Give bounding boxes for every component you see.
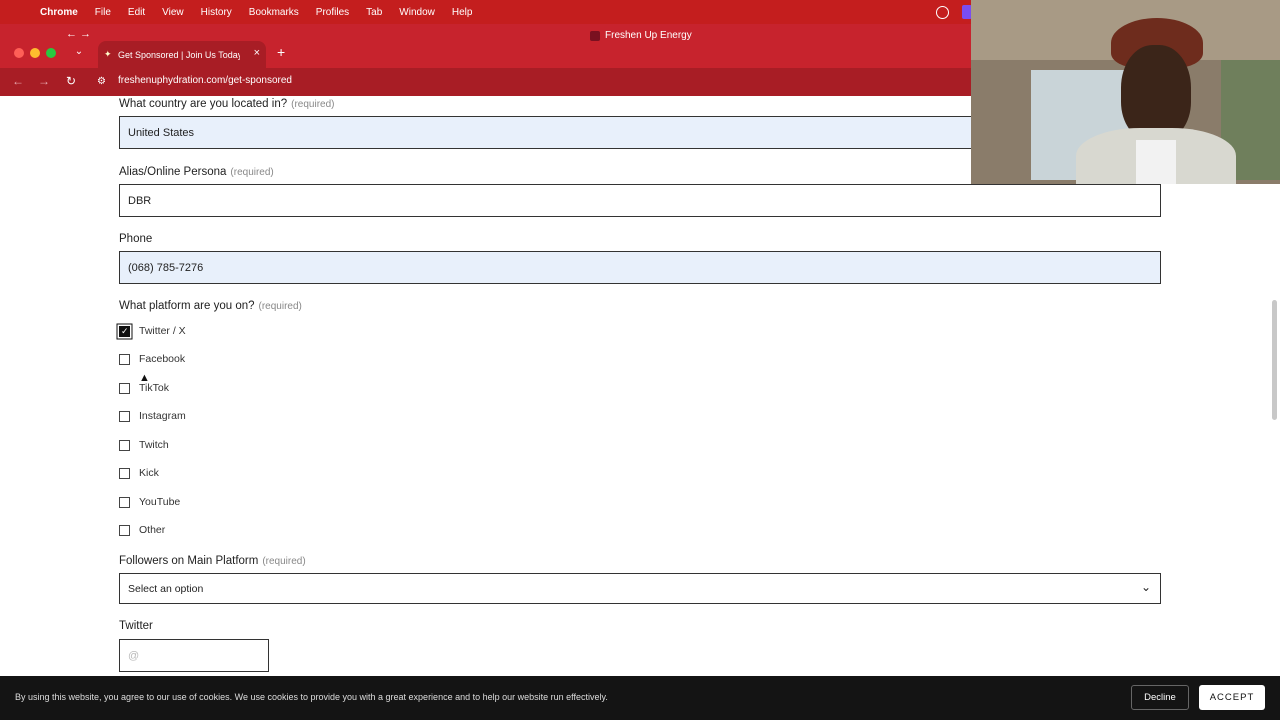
required-marker: (required) [262, 556, 306, 567]
option-label: YouTube [139, 496, 181, 508]
option-label: Other [139, 524, 166, 536]
window-title-text: Freshen Up Energy [605, 30, 692, 41]
cookie-banner: By using this website, you agree to our … [0, 676, 1280, 720]
phone-field[interactable]: (068) 785-7276 [119, 251, 1161, 284]
platform-option-kick[interactable]: Kick [119, 467, 159, 479]
followers-label-text: Followers on Main Platform [119, 555, 259, 567]
alias-label: Alias/Online Persona (required) [119, 166, 274, 178]
webcam-overlay [971, 0, 1280, 184]
followers-select[interactable]: Select an option ⌄ [119, 573, 1161, 604]
phone-label: Phone [119, 233, 153, 245]
window-title: Freshen Up Energy [590, 30, 692, 41]
menu-window[interactable]: Window [399, 7, 435, 18]
checkbox[interactable] [119, 496, 130, 508]
followers-label: Followers on Main Platform (required) [119, 555, 306, 567]
decline-button[interactable]: Decline [1131, 685, 1189, 710]
tab-get-sponsored[interactable]: ✦ Get Sponsored | Join Us Today × [98, 41, 266, 68]
site-info-icon[interactable]: ⚙ [97, 76, 106, 87]
platform-option-twitch[interactable]: Twitch [119, 439, 169, 451]
back-icon[interactable]: ← [12, 74, 24, 88]
checkbox[interactable] [119, 524, 130, 536]
checkbox[interactable] [119, 382, 130, 394]
required-marker: (required) [230, 167, 274, 178]
menu-file[interactable]: File [95, 7, 111, 18]
platform-option-youtube[interactable]: YouTube [119, 496, 180, 508]
page-content: What country are you located in? (require… [0, 96, 1280, 720]
country-label-text: What country are you located in? [119, 98, 288, 110]
platform-label-text: What platform are you on? [119, 300, 255, 312]
window-controls [14, 48, 56, 58]
checkbox[interactable] [119, 410, 130, 422]
menu-tab[interactable]: Tab [366, 7, 382, 18]
option-label: Kick [139, 467, 159, 479]
checkbox[interactable] [119, 439, 130, 451]
option-label: Twitch [139, 439, 169, 451]
platform-option-instagram[interactable]: Instagram [119, 410, 186, 422]
tab-favicon-icon: ✦ [104, 49, 112, 59]
menu-view[interactable]: View [162, 7, 184, 18]
favicon-icon [590, 30, 600, 41]
platform-label: What platform are you on? (required) [119, 300, 302, 312]
tab-close-icon[interactable]: × [254, 47, 260, 59]
accept-button[interactable]: ACCEPT [1199, 685, 1265, 710]
page-scrollbar[interactable] [1272, 300, 1277, 420]
checkbox[interactable] [119, 467, 130, 479]
country-label: What country are you located in? (require… [119, 98, 334, 110]
followers-select-value: Select an option [128, 583, 204, 595]
menu-bookmarks[interactable]: Bookmarks [249, 7, 299, 18]
twitter-handle-field[interactable]: @ [119, 639, 269, 672]
platform-option-facebook[interactable]: Facebook [119, 353, 185, 365]
status-icon[interactable] [936, 6, 949, 19]
menu-chrome[interactable]: Chrome [40, 7, 78, 18]
tab-search-icon[interactable]: ⌄ [72, 46, 86, 60]
option-label: Facebook [139, 353, 186, 365]
required-marker: (required) [291, 99, 335, 110]
menu-help[interactable]: Help [452, 7, 473, 18]
tab-title: Get Sponsored | Join Us Today [118, 49, 240, 60]
minimize-window-button[interactable] [30, 48, 40, 58]
twitter-label: Twitter [119, 620, 153, 632]
webcam-person-shirt [1136, 140, 1176, 184]
checkbox[interactable] [119, 353, 130, 365]
chevron-down-icon: ⌄ [1140, 580, 1151, 594]
menu-history[interactable]: History [201, 7, 232, 18]
option-label: Instagram [139, 410, 186, 422]
maximize-window-button[interactable] [46, 48, 56, 58]
cookie-message: By using this website, you agree to our … [15, 692, 608, 702]
reload-icon[interactable]: ↻ [66, 74, 76, 88]
option-label: Twitter / X [139, 325, 186, 337]
back-arrow-icon[interactable]: ← → [66, 28, 91, 40]
required-marker: (required) [258, 301, 302, 312]
checkbox-checked[interactable] [119, 325, 130, 337]
alias-field[interactable]: DBR [119, 184, 1161, 217]
webcam-person-head [1121, 45, 1191, 140]
menu-edit[interactable]: Edit [128, 7, 145, 18]
platform-option-other[interactable]: Other [119, 524, 165, 536]
mouse-cursor-icon: ▲ [139, 372, 150, 384]
alias-label-text: Alias/Online Persona [119, 166, 227, 178]
new-tab-button[interactable]: + [277, 44, 285, 60]
close-window-button[interactable] [14, 48, 24, 58]
platform-option-twitter[interactable]: Twitter / X [119, 325, 186, 337]
forward-icon[interactable]: → [38, 74, 50, 88]
address-bar[interactable]: freshenuphydration.com/get-sponsored [118, 75, 292, 86]
menu-profiles[interactable]: Profiles [316, 7, 349, 18]
